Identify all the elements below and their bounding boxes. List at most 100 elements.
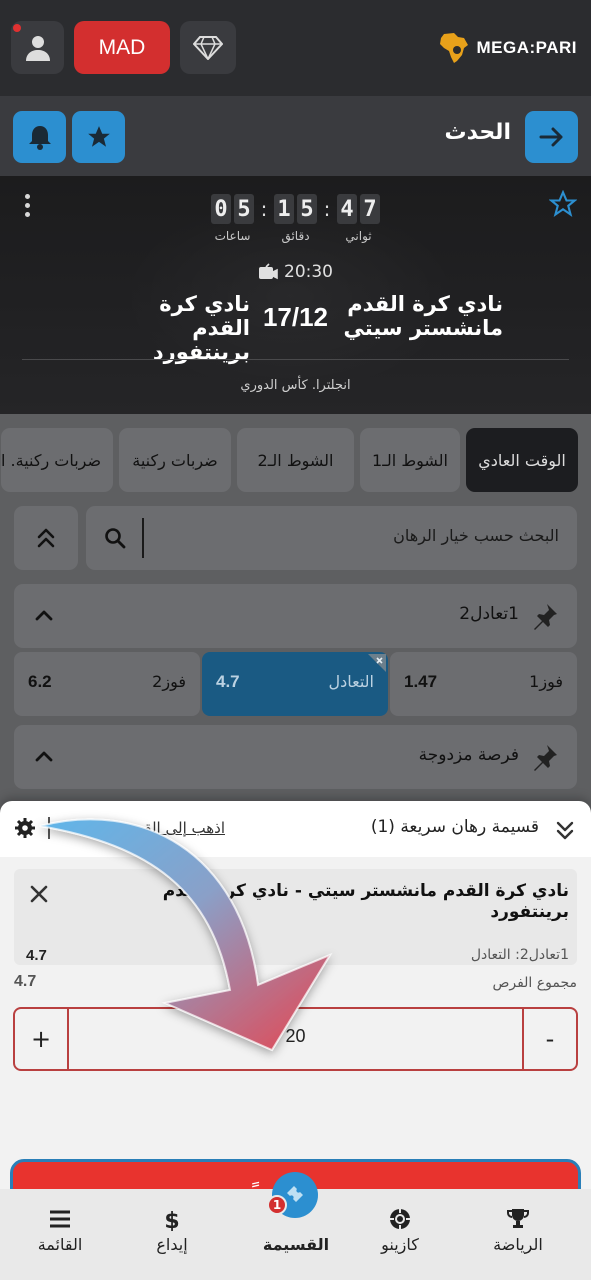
search-input[interactable]: البحث حسب خيار الرهان	[86, 506, 577, 570]
event-navigation-bar: الحدث	[0, 96, 591, 176]
menu-icon	[50, 1210, 70, 1228]
odds-label: فوز1	[529, 672, 563, 691]
chevron-up-icon	[35, 610, 53, 621]
market-tabs: الوقت العادي الشوط الـ1 الشوط الـ2 ضربات…	[0, 428, 591, 492]
tab-corners-more[interactable]: ضربات ركنية. ا	[1, 428, 113, 492]
notification-dot	[13, 24, 21, 32]
seconds-digits: 47	[337, 194, 380, 224]
stake-input[interactable]: 20	[71, 1026, 520, 1047]
timer-digit: 5	[234, 194, 254, 224]
timer-digit: 4	[337, 194, 357, 224]
double-chevron-up-icon	[37, 528, 55, 548]
dollar-icon: $	[164, 1209, 179, 1231]
odds-value: 1.47	[404, 672, 438, 691]
favorite-event-button[interactable]	[72, 111, 125, 163]
stake-stepper: + 20 -	[13, 1007, 578, 1071]
logo-text: MEGA:PARI	[476, 38, 577, 57]
nav-label: القسيمة	[262, 1235, 330, 1254]
odds-button-draw[interactable]: التعادل 4.7	[202, 652, 388, 716]
bet-slip-title: قسيمة رهان سريعة (1)	[370, 817, 539, 837]
top-header: MAD MEGA:PARI	[0, 0, 591, 96]
pin-icon[interactable]	[531, 602, 559, 630]
odds-button-home-win[interactable]: فوز1 1.47	[390, 652, 577, 716]
back-button[interactable]	[525, 111, 578, 163]
odds-label: التعادل	[328, 672, 375, 691]
search-icon	[105, 528, 126, 549]
bet-slip-header[interactable]: قسيمة رهان سريعة (1) اذهب إلى القسيمة	[0, 801, 591, 857]
kickoff-time: 20:30	[0, 262, 591, 282]
bet-match-name: نادي كرة القدم مانشستر سيتي - نادي كرة ا…	[162, 881, 569, 922]
nav-label: الرياضة	[493, 1235, 543, 1254]
go-to-bet-slip-link[interactable]: اذهب إلى القسيمة	[60, 819, 225, 837]
total-odds-value: 4.7	[14, 973, 37, 990]
collapse-all-button[interactable]	[14, 506, 78, 570]
page-title: الحدث	[444, 120, 511, 145]
bet-selection: 1تعادل2: التعادل	[470, 947, 569, 963]
tv-icon	[259, 263, 278, 280]
star-icon	[87, 126, 110, 147]
timer-digit: 5	[297, 194, 317, 224]
user-icon	[25, 35, 50, 61]
nav-label: كازينو	[381, 1235, 419, 1254]
gear-icon[interactable]	[14, 817, 36, 839]
chevron-up-icon	[35, 751, 53, 762]
away-team-name: نادي كرة القدم برينتفورد	[152, 292, 250, 364]
tab-second-half[interactable]: الشوط الـ2	[237, 428, 354, 492]
market-header-1x2[interactable]: 1تعادل2	[14, 584, 577, 648]
countdown-timer: 05 ساعات : 15 دقائق : 47 ثواني	[0, 194, 591, 243]
timer-digit: 7	[360, 194, 380, 224]
hours-digits: 05	[211, 194, 254, 224]
timer-digit: 1	[274, 194, 294, 224]
diamond-icon	[193, 35, 223, 60]
arrow-right-icon	[539, 127, 562, 147]
bet-count-badge: 1	[267, 1195, 287, 1215]
nav-casino[interactable]: كازينو	[341, 1189, 459, 1280]
market-title: فرصة مزدوجة	[418, 745, 519, 765]
remove-selection-icon[interactable]	[368, 654, 386, 672]
timer-digit: 0	[211, 194, 231, 224]
minutes-digits: 15	[274, 194, 317, 224]
odds-value: 4.7	[216, 672, 240, 691]
tab-first-half[interactable]: الشوط الـ1	[360, 428, 460, 492]
total-odds-label: مجموع الفرص	[492, 975, 577, 991]
africa-logo-icon	[440, 33, 469, 63]
bet-odds: 4.7	[26, 947, 47, 964]
match-header: 05 ساعات : 15 دقائق : 47 ثواني 20:30 ناد…	[0, 176, 591, 414]
search-placeholder: البحث حسب خيار الرهان	[393, 526, 559, 545]
odds-button-away-win[interactable]: فوز2 6.2	[14, 652, 200, 716]
odds-label: فوز2	[152, 672, 186, 691]
increase-stake-button[interactable]: +	[15, 1009, 69, 1069]
brand-logo[interactable]: MEGA:PARI	[436, 30, 577, 66]
market-header-double-chance[interactable]: فرصة مزدوجة	[14, 725, 577, 789]
league-name[interactable]: انجلترا. كأس الدوري	[0, 378, 591, 393]
double-chevron-down-icon[interactable]	[555, 819, 575, 841]
tab-corners[interactable]: ضربات ركنية	[119, 428, 231, 492]
bet-slip-body: نادي كرة القدم مانشستر سيتي - نادي كرة ا…	[0, 857, 591, 1239]
trophy-icon	[507, 1209, 529, 1228]
nav-deposit[interactable]: $ إيداع	[113, 1189, 231, 1280]
minutes-label: دقائق	[281, 229, 310, 243]
bottom-navigation: الرياضة كازينو القسيمة 1 $ إيداع القائمة	[0, 1172, 591, 1280]
svg-text:$: $	[164, 1209, 179, 1231]
nav-label: القائمة	[37, 1235, 83, 1254]
nav-menu[interactable]: القائمة	[1, 1189, 119, 1280]
match-date: 17/12	[262, 302, 329, 332]
bell-icon	[28, 126, 51, 150]
nav-label: إيداع	[156, 1235, 188, 1254]
notifications-button[interactable]	[13, 111, 66, 163]
currency-button[interactable]: MAD	[74, 21, 170, 74]
odds-value: 6.2	[28, 672, 52, 691]
markets-area: الوقت العادي الشوط الـ1 الشوط الـ2 ضربات…	[0, 414, 591, 814]
tab-regular-time[interactable]: الوقت العادي	[466, 428, 578, 492]
nav-sports[interactable]: الرياضة	[459, 1189, 577, 1280]
hours-label: ساعات	[214, 229, 251, 243]
bet-item: نادي كرة القدم مانشستر سيتي - نادي كرة ا…	[14, 869, 577, 965]
kickoff-time-text: 20:30	[284, 262, 333, 282]
casino-chip-icon	[390, 1209, 410, 1229]
close-icon[interactable]	[28, 883, 50, 905]
market-title: 1تعادل2	[459, 604, 519, 624]
pin-icon[interactable]	[531, 743, 559, 771]
vip-button[interactable]	[180, 21, 236, 74]
decrease-stake-button[interactable]: -	[522, 1009, 576, 1069]
divider	[22, 359, 569, 360]
